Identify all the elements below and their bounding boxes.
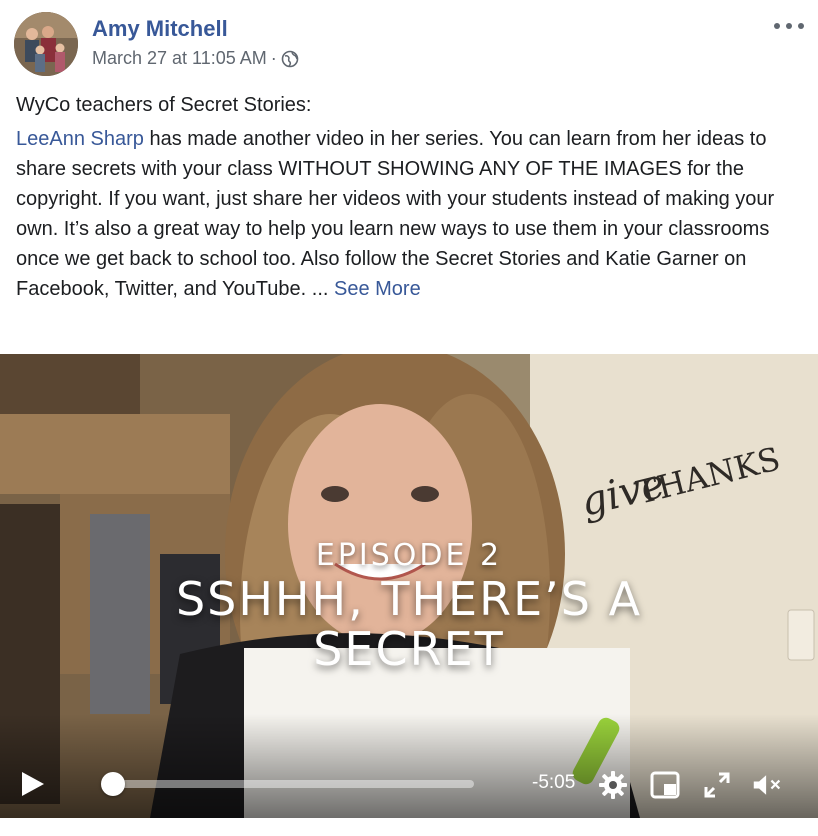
post-text: WyCo teachers of Secret Stories: LeeAnn … — [16, 90, 806, 308]
video-controls: -5:05 — [0, 756, 818, 812]
episode-label: EPISODE 2 — [315, 538, 503, 573]
miniplayer-icon[interactable] — [650, 770, 680, 800]
play-icon[interactable] — [20, 770, 46, 798]
more-dot — [786, 23, 792, 29]
mention-link[interactable]: LeeAnn Sharp — [16, 128, 144, 150]
progress-knob[interactable] — [101, 772, 126, 796]
meta-separator: · — [270, 48, 277, 68]
more-options-icon[interactable] — [774, 16, 804, 36]
time-remaining: -5:05 — [532, 772, 576, 793]
avatar[interactable] — [14, 12, 78, 76]
video-title-overlay: SSHHH, THERE’S A SECRET — [175, 572, 643, 676]
author-name[interactable]: Amy Mitchell — [92, 16, 228, 42]
more-dot — [774, 23, 780, 29]
progress-bar[interactable] — [104, 780, 474, 788]
see-more-link[interactable]: See More — [334, 278, 421, 300]
post-intro: WyCo teachers of Secret Stories: — [16, 94, 312, 116]
post-timestamp[interactable]: March 27 at 11:05 AM — [92, 48, 267, 69]
post-body-text: has made another video in her series. Yo… — [16, 128, 775, 300]
video-player[interactable]: give THANKS EPISODE 2 SSHHH, THERE’S A S… — [0, 354, 818, 818]
globe-icon[interactable] — [281, 50, 299, 68]
post-meta: March 27 at 11:05 AM · — [92, 48, 299, 69]
post-body: LeeAnn Sharp has made another video in h… — [16, 124, 806, 304]
settings-gear-icon[interactable] — [598, 770, 628, 800]
fullscreen-icon[interactable] — [702, 770, 732, 800]
post-header: Amy Mitchell March 27 at 11:05 AM · — [14, 12, 804, 76]
more-dot — [798, 23, 804, 29]
volume-muted-icon[interactable] — [752, 770, 782, 800]
